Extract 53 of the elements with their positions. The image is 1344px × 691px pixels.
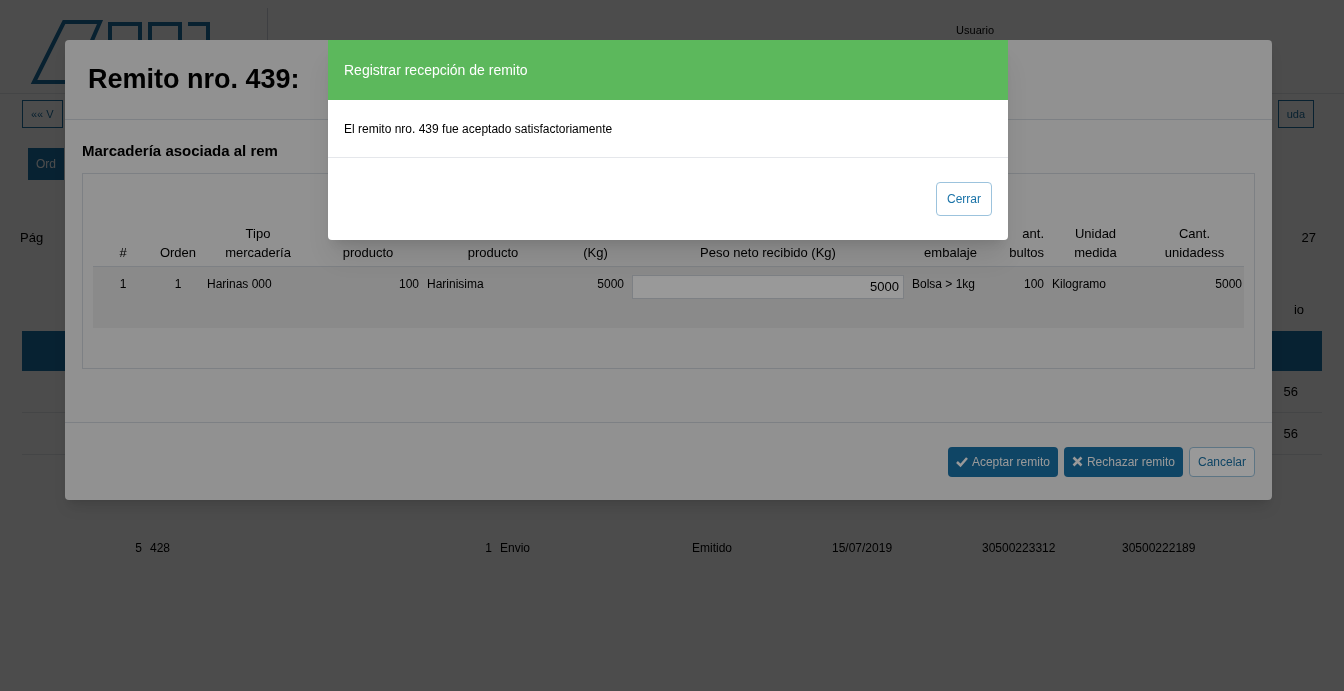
check-icon — [955, 455, 968, 468]
column-header: Unidad — [1073, 224, 1118, 243]
pager-count: 27 — [1301, 229, 1316, 247]
column-header: producto — [466, 243, 520, 262]
cancel-button[interactable]: Cancelar — [1188, 446, 1255, 477]
column-header: Tipo — [244, 224, 272, 243]
table-cell: 30500222189 — [1122, 541, 1196, 555]
table-cell: Envio — [500, 541, 531, 555]
table-cell-text: 56 — [1283, 382, 1298, 401]
column-header: ant. — [1021, 224, 1044, 243]
table-cell-text: 56 — [1283, 424, 1298, 443]
modal-title: Remito nro. 439: — [88, 63, 300, 97]
close-button[interactable]: Cerrar — [936, 182, 992, 216]
column-header: Cant. — [1177, 224, 1212, 243]
pager-label: Pág — [20, 229, 44, 247]
reject-button[interactable]: Rechazar remito — [1063, 446, 1183, 477]
section-title: Marcadería asociada al rem — [82, 141, 279, 161]
table-cell: 1 — [485, 541, 492, 555]
tab-button[interactable]: Ord — [28, 148, 64, 180]
column-header: Orden — [158, 243, 198, 262]
column-header: bultos — [1008, 243, 1044, 262]
column-header: (Kg) — [582, 243, 609, 262]
column-header: mercadería — [224, 243, 292, 262]
column-header: producto — [341, 243, 395, 262]
column-header: embalaje — [923, 243, 978, 262]
weight-input[interactable]: 5000 — [632, 274, 904, 299]
back-button[interactable]: «« V — [22, 100, 63, 128]
table-cell: 15/07/2019 — [832, 541, 893, 555]
help-button[interactable]: uda — [1277, 100, 1314, 128]
column-header: Peso neto recibido (Kg) — [699, 243, 837, 262]
table-cell: 100 — [398, 276, 419, 291]
column-header: io — [1293, 300, 1304, 319]
table-cell: Harinisima — [427, 276, 484, 291]
column-header: # — [118, 243, 128, 262]
table-cell: 5000 — [1215, 276, 1242, 291]
table-cell: Kilogramo — [1052, 276, 1107, 291]
table-cell: 100 — [1023, 276, 1044, 291]
table-cell: Bolsa > 1kg — [912, 276, 976, 291]
close-icon — [1071, 456, 1083, 467]
table-cell: Harinas 000 — [207, 276, 272, 291]
user-label: Usuario — [956, 23, 994, 38]
table-cell: 30500223312 — [982, 541, 1056, 555]
dialog-message: El remito nro. 439 fue aceptado satisfactoriamente — [344, 120, 613, 138]
table-cell: 1 — [174, 276, 182, 291]
table-cell: 5 — [135, 541, 142, 555]
table-cell: 1 — [119, 276, 127, 291]
table-cell: 428 — [150, 541, 171, 555]
table-cell: Emitido — [692, 541, 732, 555]
accept-button[interactable]: Aceptar remito — [947, 446, 1058, 477]
dialog-title: Registrar recepción de remito — [344, 60, 528, 80]
column-header: unidadess — [1163, 243, 1226, 262]
table-cell: 5000 — [597, 276, 624, 291]
column-header: medida — [1073, 243, 1118, 262]
